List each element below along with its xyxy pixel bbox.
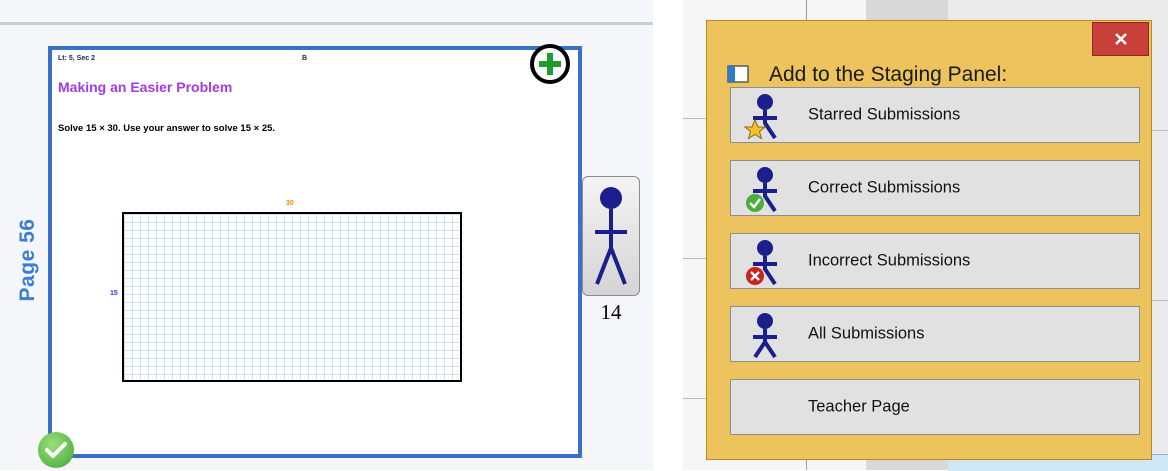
grid-left-label: 15 <box>110 290 118 297</box>
checkmark-icon <box>38 432 74 468</box>
background-line <box>1152 300 1168 301</box>
background-line <box>1152 130 1168 131</box>
page-preview[interactable]: Lt: 5, Sec 2 B Making an Easier Problem … <box>48 46 582 458</box>
student-icon <box>595 187 627 285</box>
teacher-page-label: Teacher Page <box>808 397 910 416</box>
add-page-button[interactable] <box>530 44 570 84</box>
page-header-right: B <box>302 55 308 62</box>
background-line <box>683 258 706 259</box>
close-icon <box>1114 33 1127 45</box>
background-line <box>683 118 706 119</box>
correct-submissions-button[interactable]: Correct Submissions <box>730 160 1140 216</box>
page-instruction: Solve 15 × 30. Use your answer to solve … <box>58 123 276 134</box>
page-header-left: Lt: 5, Sec 2 <box>58 55 95 62</box>
staging-panel-dialog: Add to the Staging Panel: Starred Submis… <box>706 20 1152 460</box>
incorrect-submissions-label: Incorrect Submissions <box>808 251 971 270</box>
starred-submissions-button[interactable]: Starred Submissions <box>730 87 1140 143</box>
all-submissions-label: All Submissions <box>808 324 925 343</box>
grid-top-label: 30 <box>286 200 294 207</box>
page-thumbnail-panel: Page 56 Lt: 5, Sec 2 B Making an Easier … <box>0 0 653 470</box>
page-title: Making an Easier Problem <box>58 79 233 95</box>
page-number-text: Page 56 <box>16 218 39 302</box>
close-button[interactable] <box>1092 22 1149 56</box>
window-icon <box>727 65 749 83</box>
incorrect-submissions-button[interactable]: Incorrect Submissions <box>730 233 1140 289</box>
starred-student-icon <box>743 94 777 140</box>
student-icon <box>753 313 777 359</box>
dialog-title: Add to the Staging Panel: <box>769 63 1008 86</box>
correct-submissions-label: Correct Submissions <box>808 178 961 197</box>
starred-submissions-label: Starred Submissions <box>808 105 961 124</box>
background-line <box>683 398 706 399</box>
all-submissions-button[interactable]: All Submissions <box>730 306 1140 362</box>
panel-divider <box>0 22 653 25</box>
student-submissions-button[interactable] <box>582 176 640 296</box>
submission-count: 14 <box>600 300 622 324</box>
page-number-label: Page 56 <box>8 205 48 315</box>
array-grid <box>122 212 462 382</box>
correct-student-icon <box>746 167 777 213</box>
teacher-page-button[interactable]: Teacher Page <box>730 379 1140 435</box>
plus-icon <box>539 53 561 75</box>
incorrect-student-icon <box>746 240 777 286</box>
